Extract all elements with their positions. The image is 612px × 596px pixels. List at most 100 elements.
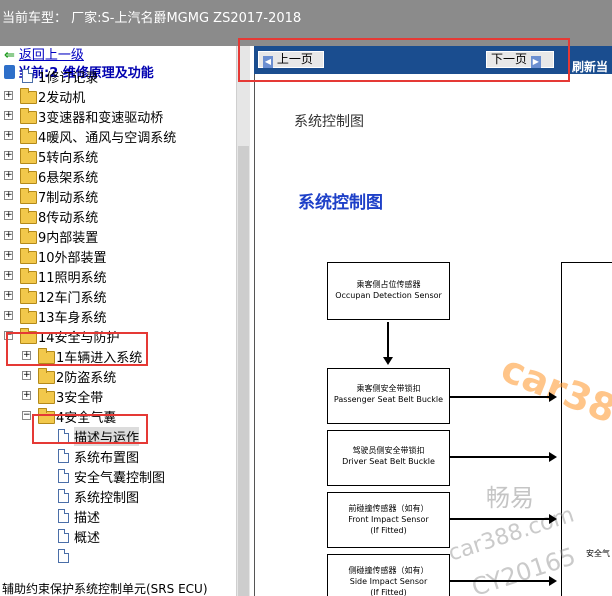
page-icon [58, 449, 69, 463]
tree-item-label[interactable]: 12车门系统 [38, 287, 107, 306]
box-label-cn: 乘客侧安全带锁扣 [356, 384, 421, 393]
tree-item-label[interactable]: 描述 [74, 507, 100, 526]
box-note: (If Fitted) [370, 526, 407, 535]
arrow-right-icon [549, 514, 557, 524]
page-icon [58, 489, 69, 503]
box-note: (If Fitted) [370, 588, 407, 596]
back-link[interactable]: ⇐ 返回上一级 [4, 46, 84, 66]
highlight-airbag-folder [32, 414, 148, 444]
expand-toggle-icon[interactable]: + [4, 211, 13, 220]
box-label-en: Driver Seat Belt Buckle [342, 457, 435, 466]
tree-item-label[interactable]: 安全气囊控制图 [74, 467, 165, 486]
connector-line [450, 396, 550, 398]
expand-toggle-icon[interactable]: + [4, 91, 13, 100]
tree-item-label[interactable]: 系统布置图 [74, 447, 139, 466]
tree-item-label[interactable]: 8传动系统 [38, 207, 98, 226]
box-label-cn: 乘客侧占位传感器 [356, 280, 421, 289]
expand-toggle-icon[interactable]: + [4, 231, 13, 240]
page-icon [22, 69, 33, 83]
folder-icon [20, 108, 37, 124]
tree-item-label[interactable]: 10外部装置 [38, 247, 107, 266]
expand-toggle-icon[interactable]: + [4, 251, 13, 260]
refresh-button[interactable]: 刷新当 [572, 58, 608, 75]
collapse-toggle-icon[interactable]: − [22, 411, 31, 420]
vehicle-title: 当前车型： 厂家:S-上汽名爵MGMG ZS2017-2018 [2, 11, 302, 26]
box-label-en: Occupan Detection Sensor [335, 291, 442, 300]
tree-item-label[interactable]: 2防盗系统 [56, 367, 116, 386]
document-title: 系统控制图 [298, 193, 383, 213]
folder-icon [20, 188, 37, 204]
tree-item-label[interactable]: 3变速器和变速驱动桥 [38, 107, 163, 126]
diagram-box: 乘客侧占位传感器 Occupan Detection Sensor [327, 262, 450, 320]
expand-toggle-icon[interactable]: + [4, 311, 13, 320]
folder-icon [20, 208, 37, 224]
title-trailing: . [298, 9, 302, 23]
tree-item-label[interactable]: 6悬架系统 [38, 167, 98, 186]
box-label-cn: 侧碰撞传感器（如有） [348, 566, 429, 575]
folder-icon [20, 128, 37, 144]
highlight-nav-buttons [238, 38, 570, 82]
folder-icon [20, 248, 37, 264]
box-label-en: Front Impact Sensor [348, 515, 429, 524]
expand-toggle-icon[interactable]: + [4, 191, 13, 200]
book-icon [4, 65, 15, 79]
document-small-heading: 系统控制图 [294, 114, 364, 130]
arrow-right-icon [549, 576, 557, 586]
box-label-cn: 驾驶员侧安全带锁扣 [352, 446, 425, 455]
page-icon [58, 509, 69, 523]
page-icon [58, 529, 69, 543]
expand-toggle-icon[interactable]: + [4, 111, 13, 120]
folder-icon [20, 288, 37, 304]
page-icon [58, 469, 69, 483]
expand-toggle-icon[interactable]: + [4, 131, 13, 140]
page-icon [58, 549, 69, 563]
folder-icon [20, 148, 37, 164]
folder-icon [38, 368, 55, 384]
folder-icon [20, 308, 37, 324]
folder-icon [20, 268, 37, 284]
expand-toggle-icon[interactable]: + [4, 271, 13, 280]
connector-line [387, 322, 389, 358]
folder-icon [20, 168, 37, 184]
diagram-box: 侧碰撞传感器（如有） Side Impact Sensor (If Fitted) [327, 554, 450, 596]
tree-item-label[interactable]: 7制动系统 [38, 187, 98, 206]
box-label-en: Side Impact Sensor [349, 577, 428, 586]
expand-toggle-icon[interactable]: + [4, 291, 13, 300]
tree-item-label[interactable]: 11照明系统 [38, 267, 107, 286]
folder-icon [20, 88, 37, 104]
tree-item-label[interactable]: 9内部装置 [38, 227, 98, 246]
diagram-box: 驾驶员侧安全带锁扣 Driver Seat Belt Buckle [327, 430, 450, 486]
srs-module-label: 安全气 [586, 549, 610, 558]
arrow-right-icon [549, 392, 557, 402]
connector-line [450, 580, 550, 582]
expand-toggle-icon[interactable]: + [4, 151, 13, 160]
navigation-tree: ⇐ 返回上一级 当前:2 维修原理及功能 1修订记录 +2发动机 +3变速器和变速驱动… [0, 46, 236, 596]
tree-item-label[interactable]: 13车身系统 [38, 307, 107, 326]
tree-item-label[interactable]: 概述 [74, 527, 100, 546]
diagram-box: 乘客侧安全带锁扣 Passenger Seat Belt Buckle [327, 368, 450, 424]
highlight-safety-folder [6, 332, 148, 366]
connector-line [450, 456, 550, 458]
tree-item-label[interactable]: 系统控制图 [74, 487, 139, 506]
back-arrow-icon: ⇐ [4, 48, 15, 63]
arrow-down-icon [383, 357, 393, 365]
tree-item-label[interactable]: 1修订记录 [38, 67, 98, 86]
tree-item-label[interactable]: 3安全带 [56, 387, 103, 406]
scrollbar-thumb[interactable] [238, 146, 249, 596]
tree-scrollbar[interactable] [236, 46, 250, 596]
tree-item-label[interactable]: 2发动机 [38, 87, 85, 106]
box-label-cn: 前碰撞传感器（如有） [348, 504, 429, 513]
tree-bottom-label[interactable]: 辅助约束保护系统控制单元(SRS ECU) [2, 580, 208, 596]
tree-item-label[interactable]: 5转向系统 [38, 147, 98, 166]
folder-icon [20, 228, 37, 244]
folder-icon [38, 388, 55, 404]
expand-toggle-icon[interactable]: + [22, 391, 31, 400]
expand-toggle-icon[interactable]: + [22, 371, 31, 380]
expand-toggle-icon[interactable]: + [4, 171, 13, 180]
diagram-box: 前碰撞传感器（如有） Front Impact Sensor (If Fitted) [327, 492, 450, 548]
tree-item-label[interactable]: 4暖风、通风与空调系统 [38, 127, 176, 146]
box-label-en: Passenger Seat Belt Buckle [333, 395, 444, 404]
srs-module-box [561, 262, 612, 596]
connector-line [450, 518, 550, 520]
back-link-label[interactable]: 返回上一级 [19, 48, 84, 63]
